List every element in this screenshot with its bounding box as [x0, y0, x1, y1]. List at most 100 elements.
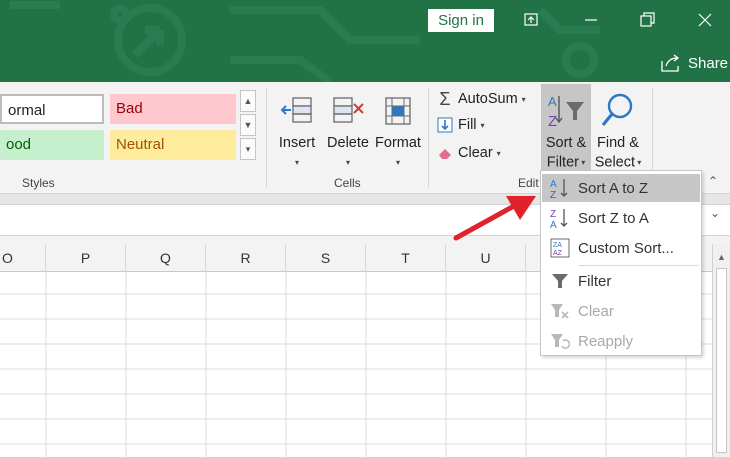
cell-style-normal[interactable]: ormal	[0, 94, 104, 124]
sort-filter-icon: A Z	[548, 94, 584, 130]
reapply-icon	[542, 332, 578, 350]
column-header-r[interactable]: R	[206, 244, 286, 272]
close-button[interactable]	[690, 6, 720, 34]
editing-group-label: Edit	[518, 176, 539, 190]
menu-item-sort-a-to-z[interactable]: AZ Sort A to Z	[542, 174, 700, 202]
menu-item-clear[interactable]: Clear	[542, 297, 700, 325]
find-select-button[interactable]: Find & Select ▾	[592, 88, 644, 172]
menu-item-custom-sort-label: Custom Sort...	[578, 239, 674, 257]
svg-text:ZA: ZA	[553, 242, 562, 249]
sort-filter-label-line2: Filter	[546, 154, 579, 171]
title-bar-decoration	[10, 1, 600, 82]
sort-filter-button-content[interactable]: A Z Sort & Filter ▾	[541, 88, 591, 172]
svg-text:A: A	[550, 179, 557, 190]
sort-filter-menu: AZ Sort A to Z ZA Sort Z to A ZA AZ Custo…	[540, 170, 702, 356]
autosum-button[interactable]: Σ AutoSum ▾	[436, 88, 526, 110]
chevron-down-icon: ▾	[480, 120, 485, 130]
sign-in-button[interactable]: Sign in	[428, 9, 494, 32]
delete-button[interactable]: Delete ▾	[324, 88, 372, 172]
delete-label: Delete	[327, 135, 369, 151]
find-select-label-line1: Find &	[597, 135, 639, 151]
autosum-label: AutoSum	[458, 91, 518, 107]
column-header-t[interactable]: T	[366, 244, 446, 272]
sigma-icon: Σ	[439, 88, 451, 109]
fill-down-icon	[436, 117, 454, 133]
format-cells-icon	[385, 97, 411, 125]
svg-text:Z: Z	[550, 190, 556, 199]
group-divider	[428, 88, 429, 188]
styles-gallery-scroll: ▲ ▼ ▾	[240, 90, 260, 162]
scroll-up-icon[interactable]: ▲	[713, 252, 730, 262]
find-select-label-line2: Select	[594, 154, 636, 171]
minimize-icon	[585, 19, 597, 21]
ribbon-display-options-button[interactable]	[516, 6, 546, 34]
menu-item-reapply-label: Reapply	[578, 332, 634, 350]
column-header-s[interactable]: S	[286, 244, 366, 272]
cell-style-good[interactable]: ood	[0, 130, 104, 160]
gallery-down-icon[interactable]: ▼	[240, 114, 256, 136]
cell-style-bad-label: Bad	[116, 100, 143, 117]
svg-text:A: A	[548, 94, 557, 109]
chevron-down-icon: ▾	[294, 158, 299, 167]
svg-text:Z: Z	[550, 209, 556, 220]
share-icon	[661, 54, 680, 72]
fill-label: Fill	[458, 117, 477, 133]
fill-button[interactable]: Fill ▾	[436, 114, 485, 136]
cells-group-label: Cells	[334, 176, 361, 190]
column-header-q[interactable]: Q	[126, 244, 206, 272]
svg-text:A: A	[550, 220, 557, 229]
svg-text:Z: Z	[548, 113, 557, 130]
column-header-p[interactable]: P	[46, 244, 126, 272]
expand-formula-bar-icon[interactable]: ⌄	[710, 206, 720, 220]
group-divider	[266, 88, 267, 188]
insert-button[interactable]: Insert ▾	[274, 88, 320, 172]
chevron-down-icon: ▾	[395, 158, 400, 167]
share-button[interactable]: Share	[660, 52, 728, 74]
ribbon-display-icon	[524, 13, 538, 26]
menu-separator	[579, 265, 699, 266]
cell-style-neutral-label: Neutral	[116, 136, 165, 153]
cell-style-bad[interactable]: Bad	[110, 94, 236, 124]
menu-item-sort-a-to-z-label: Sort A to Z	[578, 179, 649, 197]
chevron-down-icon: ▾	[496, 148, 501, 158]
sort-a-to-z-icon: AZ	[542, 177, 578, 199]
menu-item-custom-sort[interactable]: ZA AZ Custom Sort...	[542, 234, 700, 262]
menu-item-sort-z-to-a[interactable]: ZA Sort Z to A	[542, 204, 700, 232]
magnifier-icon	[601, 93, 633, 127]
menu-item-sort-z-to-a-label: Sort Z to A	[578, 209, 649, 227]
insert-cells-icon	[280, 97, 312, 123]
annotation-arrow-icon	[453, 196, 536, 241]
gallery-up-icon[interactable]: ▲	[240, 90, 256, 112]
insert-label: Insert	[278, 135, 316, 151]
chevron-down-icon: ▾	[521, 94, 526, 104]
chevron-down-icon: ▾	[345, 158, 350, 167]
scrollbar-thumb[interactable]	[716, 268, 727, 453]
clear-filter-icon	[542, 302, 578, 320]
cell-style-normal-label: ormal	[8, 102, 46, 119]
menu-item-filter-label: Filter	[578, 272, 612, 290]
menu-item-reapply[interactable]: Reapply	[542, 327, 700, 355]
share-label: Share	[688, 54, 729, 72]
format-label: Format	[375, 135, 421, 151]
chevron-down-icon: ▾	[578, 158, 586, 167]
svg-text:AZ: AZ	[553, 250, 563, 257]
collapse-ribbon-icon[interactable]: ⌃	[708, 174, 718, 188]
cell-style-neutral[interactable]: Neutral	[110, 130, 236, 160]
title-bar: Sign in Share	[0, 0, 730, 82]
menu-item-clear-label: Clear	[578, 302, 614, 320]
gallery-more-icon[interactable]: ▾	[240, 138, 256, 160]
menu-item-filter[interactable]: Filter	[542, 267, 700, 295]
eraser-icon	[436, 146, 454, 160]
restore-icon	[640, 12, 655, 27]
cell-style-good-label: ood	[6, 136, 32, 153]
chevron-down-icon: ▾	[635, 158, 642, 167]
restore-button[interactable]	[632, 6, 662, 34]
sort-z-to-a-icon: ZA	[542, 207, 578, 229]
column-header-o[interactable]: O	[0, 244, 46, 272]
format-button[interactable]: Format ▾	[372, 88, 424, 172]
close-icon	[698, 13, 712, 27]
custom-sort-icon: ZA AZ	[542, 238, 578, 258]
vertical-scrollbar[interactable]: ▲	[712, 244, 730, 457]
clear-button[interactable]: Clear ▾	[436, 142, 501, 164]
minimize-button[interactable]	[576, 6, 606, 34]
